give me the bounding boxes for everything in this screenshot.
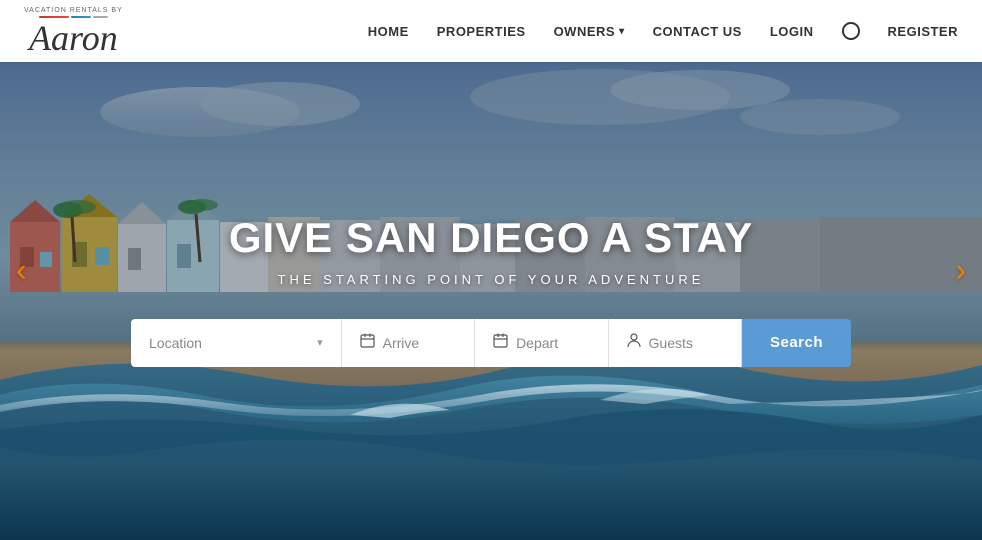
person-icon — [627, 333, 641, 352]
location-field[interactable]: Location ▾ — [131, 319, 342, 367]
guests-field[interactable]: Guests — [609, 319, 742, 367]
arrive-field[interactable]: Arrive — [342, 319, 475, 367]
next-slide-button[interactable]: › — [947, 244, 974, 297]
prev-slide-button[interactable]: ‹ — [8, 244, 35, 297]
nav-register[interactable]: REGISTER — [888, 24, 958, 39]
header: VACATION RENTALS BY Aaron HOME PROPERTIE… — [0, 0, 982, 62]
logo-script: Aaron — [29, 20, 118, 56]
user-circle-icon — [842, 22, 860, 40]
depart-placeholder: Depart — [516, 335, 589, 351]
guests-placeholder: Guests — [649, 335, 723, 351]
nav-owners[interactable]: OWNERS ▾ — [554, 24, 625, 39]
location-placeholder: Location — [149, 335, 309, 351]
logo-tagline: VACATION RENTALS BY — [24, 7, 123, 14]
search-button[interactable]: Search — [742, 319, 851, 367]
hero-title: GIVE SAN DIEGO A STAY — [229, 214, 753, 262]
hero-section: VACATION RENTALS BY Aaron HOME PROPERTIE… — [0, 0, 982, 540]
hero-content: GIVE SAN DIEGO A STAY THE STARTING POINT… — [0, 0, 982, 540]
calendar-arrive-icon — [360, 333, 375, 352]
logo: VACATION RENTALS BY Aaron — [24, 7, 123, 56]
main-nav: HOME PROPERTIES OWNERS ▾ CONTACT US LOGI… — [368, 22, 958, 40]
nav-contact[interactable]: CONTACT US — [653, 24, 742, 39]
nav-login[interactable]: LOGIN — [770, 24, 814, 39]
hero-subtitle: THE STARTING POINT OF YOUR ADVENTURE — [278, 272, 705, 287]
nav-properties[interactable]: PROPERTIES — [437, 24, 526, 39]
nav-home[interactable]: HOME — [368, 24, 409, 39]
search-bar: Location ▾ Arrive — [131, 319, 851, 367]
arrive-placeholder: Arrive — [383, 335, 456, 351]
depart-field[interactable]: Depart — [475, 319, 608, 367]
owners-dropdown-icon: ▾ — [619, 26, 625, 37]
calendar-depart-icon — [493, 333, 508, 352]
location-chevron-icon: ▾ — [317, 336, 323, 349]
